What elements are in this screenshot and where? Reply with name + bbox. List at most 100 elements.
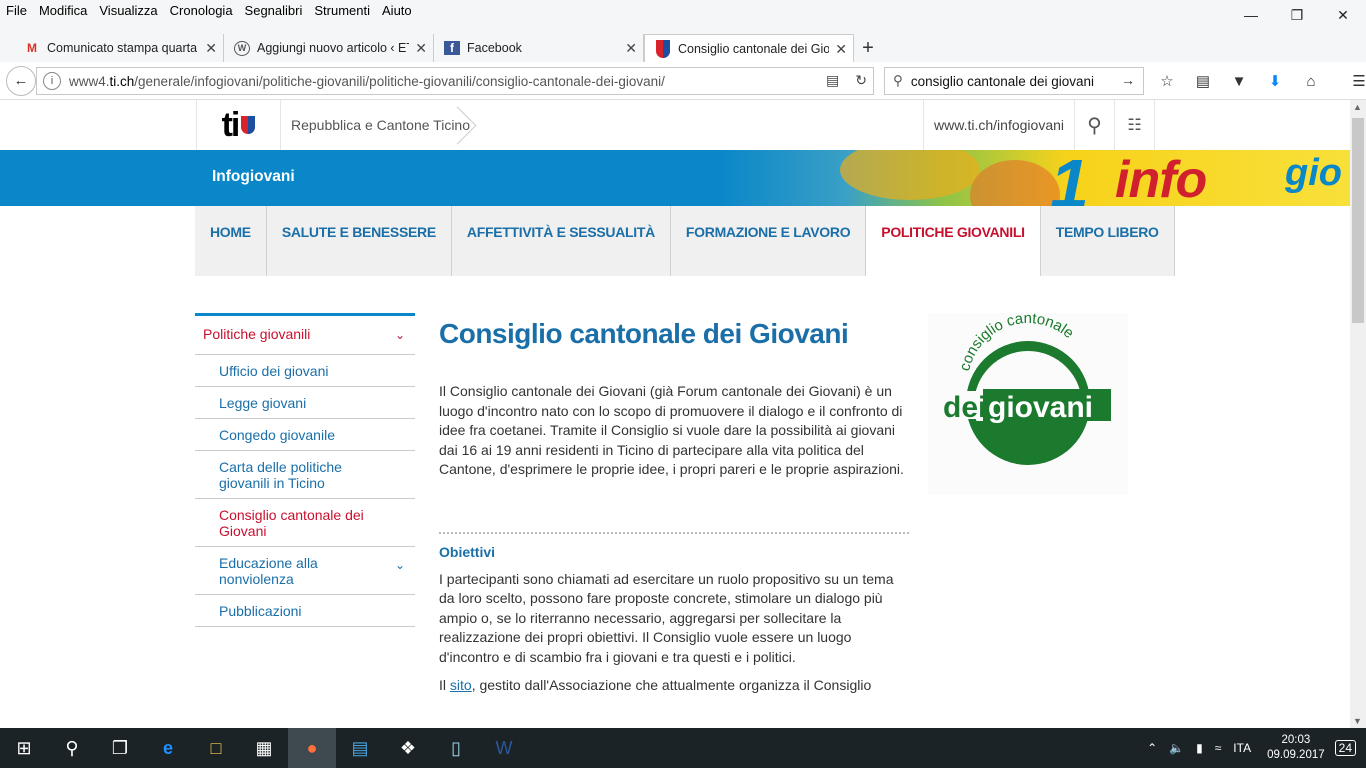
menu-strumenti[interactable]: Strumenti: [308, 0, 376, 22]
volume-icon[interactable]: 🔈: [1163, 741, 1190, 755]
sidebar-menu: Politiche giovanili ⌄ Ufficio dei giovani…: [195, 313, 415, 627]
sidebar-item-congedo[interactable]: Congedo giovanile: [195, 419, 415, 451]
gmail-icon: M: [27, 41, 37, 55]
battery-icon[interactable]: ▮: [1190, 741, 1209, 755]
ticino-shield-icon: [241, 116, 256, 134]
main-content: Consiglio cantonale dei Giovani Il Consi…: [439, 316, 909, 696]
sidebar-item-legge[interactable]: Legge giovani: [195, 387, 415, 419]
clock[interactable]: 20:03 09.09.2017: [1257, 733, 1335, 763]
tab-consiglio[interactable]: Consiglio cantonale dei Giov ✕: [644, 34, 854, 62]
menu-segnalibri[interactable]: Segnalibri: [239, 0, 309, 22]
close-tab-icon[interactable]: ✕: [415, 40, 427, 57]
restore-icon[interactable]: ❐: [1274, 0, 1320, 30]
new-tab-icon[interactable]: +: [854, 34, 882, 62]
home-icon[interactable]: ⌂: [1296, 66, 1326, 96]
search-input[interactable]: consiglio cantonale dei giovani: [911, 74, 1094, 89]
svg-text:giovani: giovani: [988, 391, 1093, 424]
app-icon[interactable]: ▤: [336, 728, 384, 768]
intro-paragraph: Il Consiglio cantonale dei Giovani (già …: [439, 383, 904, 477]
close-tab-icon[interactable]: ✕: [625, 40, 637, 57]
sitemap-icon[interactable]: ☷: [1114, 100, 1154, 150]
search-icon[interactable]: ⚲: [48, 728, 96, 768]
ticino-shield-icon: [655, 39, 671, 58]
wordpress-icon: W: [234, 40, 250, 56]
sidebar-item-carta[interactable]: Carta delle politiche giovanili in Ticin…: [195, 451, 415, 499]
task-view-icon[interactable]: ❐: [96, 728, 144, 768]
section-paragraph: I partecipanti sono chiamati ad esercita…: [439, 570, 894, 665]
back-icon[interactable]: ←: [6, 65, 36, 96]
menu-modifica[interactable]: Modifica: [33, 0, 93, 22]
site-header: ti Repubblica e Cantone Ticino www.ti.ch…: [196, 100, 1155, 150]
url-bar[interactable]: i www4.ti.ch/generale/infogiovani/politi…: [36, 67, 874, 95]
close-tab-icon[interactable]: ✕: [205, 40, 217, 57]
nav-tempo-libero[interactable]: TEMPO LIBERO: [1040, 206, 1175, 276]
chevron-down-icon: ⌄: [394, 328, 405, 342]
ti-logo[interactable]: ti: [197, 100, 281, 150]
site-banner: Infogiovani 1 info gio: [0, 150, 1350, 206]
menu-visualizza[interactable]: Visualizza: [93, 0, 163, 22]
nav-formazione[interactable]: FORMAZIONE E LAVORO: [670, 206, 867, 276]
navigation-toolbar: ← i www4.ti.ch/generale/infogiovani/poli…: [0, 62, 1366, 100]
url-text: www4.ti.ch/generale/infogiovani/politich…: [69, 73, 665, 89]
edge-icon[interactable]: e: [144, 728, 192, 768]
site-title[interactable]: Infogiovani: [212, 168, 295, 186]
nav-salute[interactable]: SALUTE E BENESSERE: [266, 206, 452, 276]
nav-home[interactable]: HOME: [195, 206, 267, 276]
tab-facebook[interactable]: f Facebook ✕: [434, 34, 644, 62]
menu-icon[interactable]: ☰: [1344, 66, 1366, 96]
sidebar-item-educazione[interactable]: Educazione alla nonviolenza ⌄: [195, 547, 415, 595]
sidebar-head[interactable]: Politiche giovanili ⌄: [195, 313, 415, 355]
reader-view-icon[interactable]: ▤: [826, 72, 839, 89]
page-scrollbar[interactable]: ▲ ▼: [1350, 100, 1366, 728]
menu-file[interactable]: File: [0, 0, 33, 22]
notification-icon[interactable]: 24: [1334, 740, 1356, 756]
window-controls: — ❐ ✕: [1228, 0, 1366, 30]
word-icon[interactable]: W: [480, 728, 528, 768]
bookmark-star-icon[interactable]: ☆: [1152, 66, 1182, 96]
wifi-icon[interactable]: ≈: [1209, 741, 1228, 755]
tab-wordpress[interactable]: W Aggiungi nuovo articolo ‹ ETiCin ✕: [224, 34, 434, 62]
browser-window: File Modifica Visualizza Cronologia Segn…: [0, 0, 1366, 768]
nav-affettivita[interactable]: AFFETTIVITÀ E SESSUALITÀ: [451, 206, 671, 276]
downloads-icon[interactable]: ⬇: [1260, 66, 1290, 96]
firefox-icon[interactable]: ●: [288, 728, 336, 768]
chevron-up-icon[interactable]: ⌃: [1141, 741, 1163, 755]
consiglio-logo: consiglio cantonale dei giovani: [928, 310, 1128, 495]
search-bar[interactable]: ⚲ consiglio cantonale dei giovani →: [884, 67, 1144, 95]
search-go-icon[interactable]: →: [1121, 72, 1135, 88]
language-indicator[interactable]: ITA: [1227, 741, 1257, 755]
scroll-down-icon[interactable]: ▼: [1353, 716, 1362, 726]
sidebar-item-pubblicazioni[interactable]: Pubblicazioni: [195, 595, 415, 627]
main-navigation: HOME SALUTE E BENESSERE AFFETTIVITÀ E SE…: [195, 206, 1175, 276]
dropbox-icon[interactable]: ❖: [384, 728, 432, 768]
menu-aiuto[interactable]: Aiuto: [376, 0, 418, 22]
search-icon[interactable]: ⚲: [1074, 100, 1114, 150]
reload-icon[interactable]: ↻: [855, 72, 867, 89]
republic-link[interactable]: Repubblica e Cantone Ticino: [281, 100, 491, 150]
sidebar-item-ufficio[interactable]: Ufficio dei giovani: [195, 355, 415, 387]
nav-politiche-giovanili[interactable]: POLITICHE GIOVANILI: [866, 206, 1041, 276]
system-tray: ⌃ 🔈 ▮ ≈ ITA 20:03 09.09.2017 24: [1141, 728, 1366, 768]
scroll-up-icon[interactable]: ▲: [1353, 102, 1362, 112]
close-icon[interactable]: ✕: [1320, 0, 1366, 30]
file-explorer-icon[interactable]: □: [192, 728, 240, 768]
scrollbar-thumb[interactable]: [1352, 118, 1364, 323]
banner-art-text: info: [1115, 151, 1207, 206]
info-icon[interactable]: i: [43, 72, 61, 90]
url-icons: ▤ ↻: [826, 72, 867, 89]
store-icon[interactable]: ▦: [240, 728, 288, 768]
sito-link[interactable]: sito: [450, 677, 472, 693]
close-tab-icon[interactable]: ✕: [835, 41, 847, 58]
site-link[interactable]: www.ti.ch/infogiovani: [923, 100, 1074, 150]
menu-cronologia[interactable]: Cronologia: [164, 0, 239, 22]
sidebar-item-consiglio[interactable]: Consiglio cantonale dei Giovani: [195, 499, 415, 547]
start-icon[interactable]: ⊞: [0, 728, 48, 768]
tab-gmail[interactable]: M Comunicato stampa quarta ✕: [14, 34, 224, 62]
banner-artwork: 1 info gio: [720, 150, 1350, 206]
pocket-icon[interactable]: ▼: [1224, 66, 1254, 96]
tab-label: Consiglio cantonale dei Giov: [678, 41, 829, 56]
notes-icon[interactable]: ▯: [432, 728, 480, 768]
sidebar-item-label: Educazione alla nonviolenza: [219, 555, 318, 587]
minimize-icon[interactable]: —: [1228, 0, 1274, 30]
reading-list-icon[interactable]: ▤: [1188, 66, 1218, 96]
